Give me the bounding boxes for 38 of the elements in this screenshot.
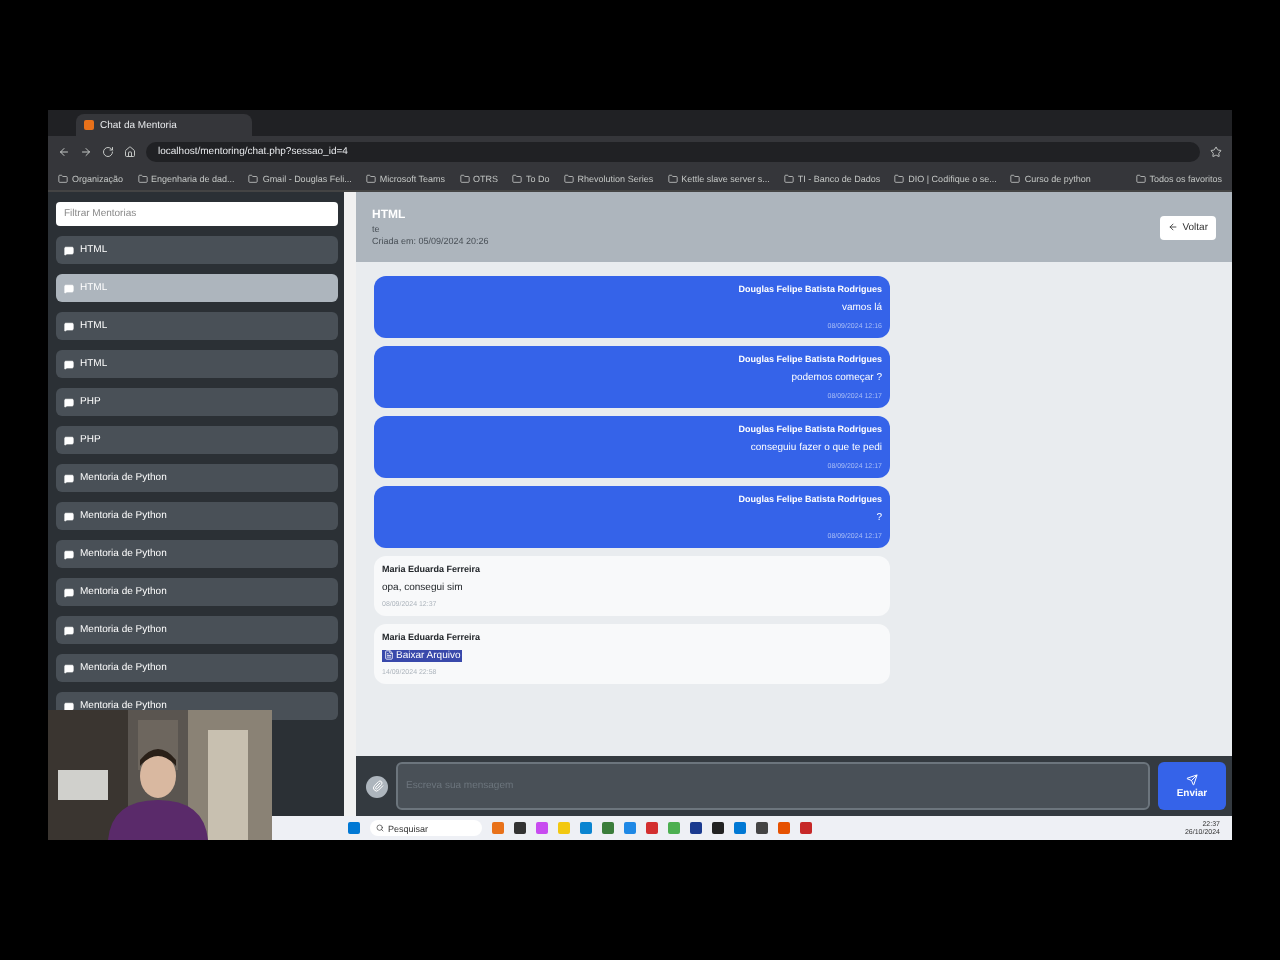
folder-icon [563, 173, 574, 183]
favicon-icon [84, 120, 94, 130]
chat-icon [64, 321, 74, 331]
attach-button[interactable] [366, 775, 388, 797]
chat-icon [64, 359, 74, 369]
folder-icon [137, 173, 148, 183]
star-icon[interactable] [1210, 145, 1222, 157]
folder-icon [1135, 173, 1146, 183]
chat-icon [64, 245, 74, 255]
folder-icon [459, 173, 470, 183]
chat-icon [64, 397, 74, 407]
chat-icon [64, 701, 74, 711]
chat-icon [64, 663, 74, 673]
paperclip-icon [371, 780, 383, 792]
folder-icon [894, 173, 905, 183]
home-icon[interactable] [124, 145, 136, 157]
folder-icon [365, 173, 376, 183]
chat-icon [64, 435, 74, 445]
folder-icon [248, 173, 259, 183]
file-icon [384, 650, 394, 660]
folder-icon [512, 173, 523, 183]
folder-icon [58, 173, 68, 183]
chat-icon [64, 549, 74, 559]
chat-icon [64, 283, 74, 293]
folder-icon [1010, 173, 1021, 183]
folder-icon [667, 173, 678, 183]
folder-icon [783, 173, 794, 183]
back-arrow-icon [1168, 222, 1179, 232]
forward-icon[interactable] [80, 145, 92, 157]
chat-icon [64, 625, 74, 635]
send-icon [1186, 773, 1198, 785]
search-icon [376, 824, 384, 832]
back-icon[interactable] [58, 145, 70, 157]
chat-icon [64, 587, 74, 597]
chat-icon [64, 511, 74, 521]
chat-icon [64, 473, 74, 483]
reload-icon[interactable] [102, 145, 114, 157]
start-icon[interactable] [348, 822, 360, 834]
